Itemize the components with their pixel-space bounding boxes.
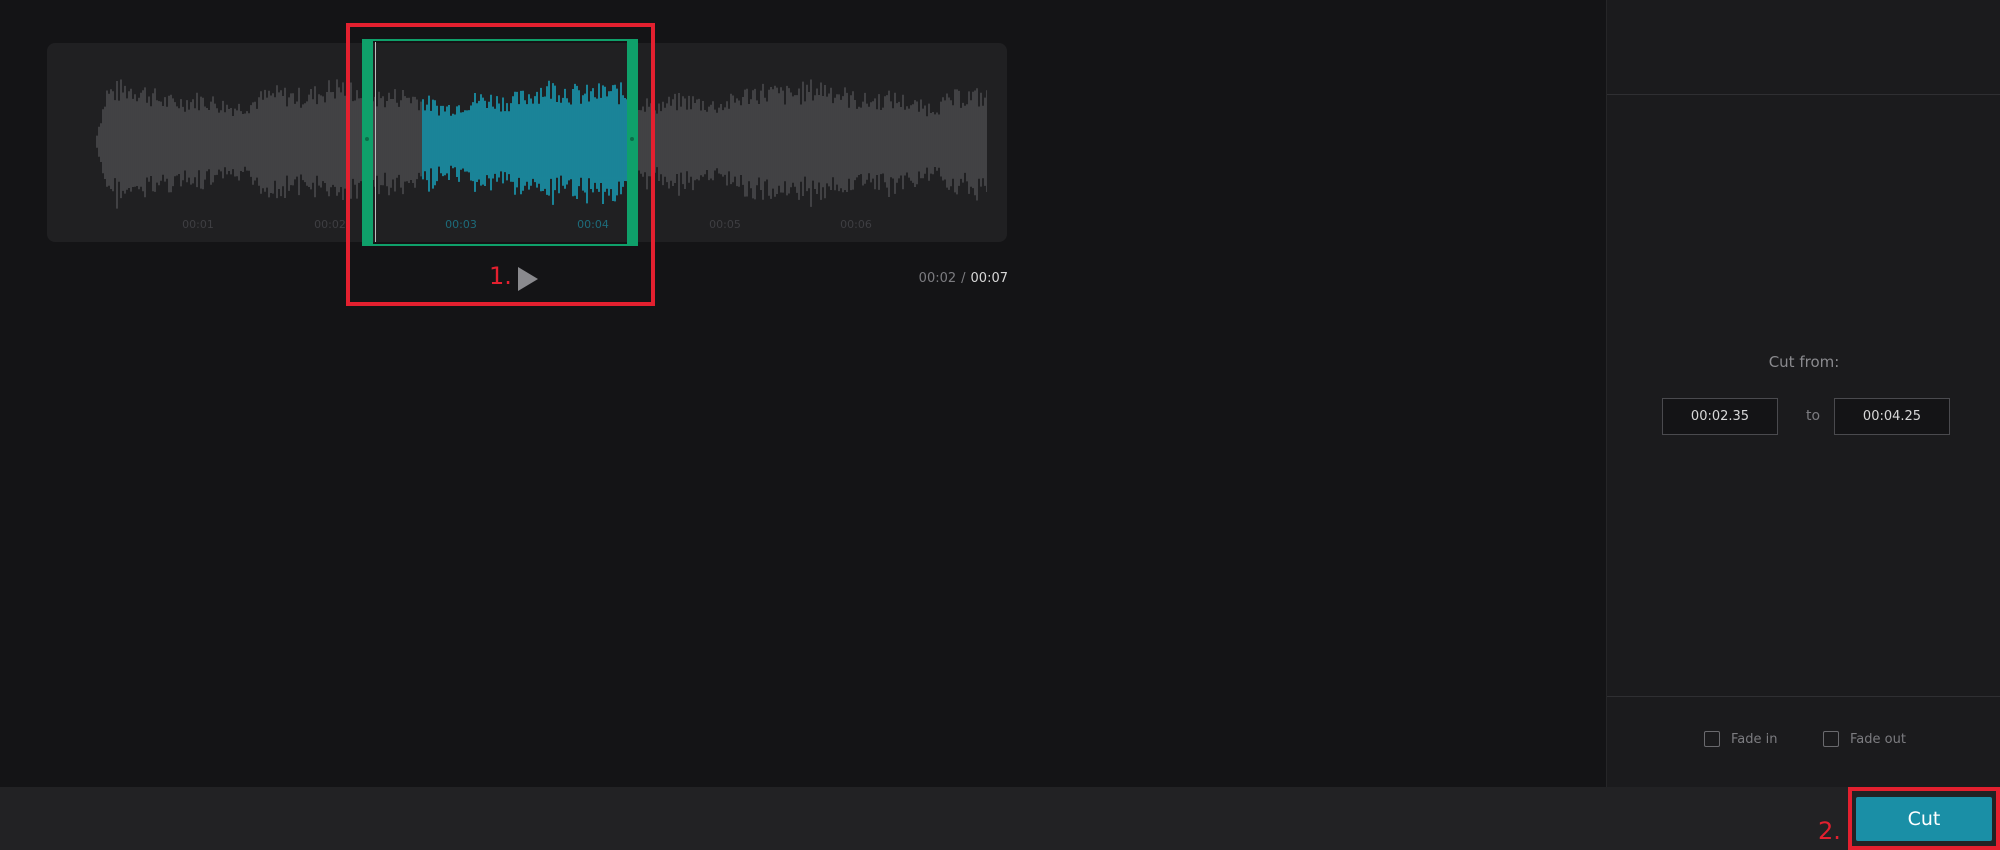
fade-out-option[interactable]: Fade out bbox=[1823, 731, 1906, 747]
time-separator: / bbox=[961, 271, 966, 286]
current-time: 00:02 bbox=[918, 271, 957, 286]
panel-divider bbox=[1607, 696, 2000, 697]
fade-out-checkbox[interactable] bbox=[1823, 731, 1839, 747]
cut-from-label: Cut from: bbox=[1768, 353, 1840, 371]
annotation-label-step2: 2. bbox=[1818, 817, 1841, 845]
time-display: 00:02 / 00:07 bbox=[908, 271, 1008, 286]
editor-area: 00:01 00:02 00:03 00:04 00:05 00:06 00:0… bbox=[0, 0, 1606, 787]
fade-in-option[interactable]: Fade in bbox=[1704, 731, 1777, 747]
annotation-label-step1: 1. bbox=[489, 262, 512, 290]
cut-settings-panel: Cut from: 00:02.35 to 00:04.25 Fade in F… bbox=[1606, 0, 2000, 787]
cut-end-input[interactable]: 00:04.25 bbox=[1834, 398, 1950, 435]
to-label: to bbox=[1805, 408, 1821, 424]
annotation-box-step2 bbox=[1848, 787, 2000, 850]
total-time: 00:07 bbox=[970, 271, 1008, 286]
cut-start-input[interactable]: 00:02.35 bbox=[1662, 398, 1778, 435]
timeline-tick: 00:05 bbox=[709, 218, 741, 231]
fade-in-checkbox[interactable] bbox=[1704, 731, 1720, 747]
fade-out-label: Fade out bbox=[1850, 731, 1906, 747]
bottom-bar bbox=[0, 787, 2000, 850]
timeline-tick: 00:06 bbox=[840, 218, 872, 231]
fade-in-label: Fade in bbox=[1731, 731, 1778, 747]
panel-divider bbox=[1607, 94, 2000, 95]
timeline-tick: 00:01 bbox=[182, 218, 214, 231]
